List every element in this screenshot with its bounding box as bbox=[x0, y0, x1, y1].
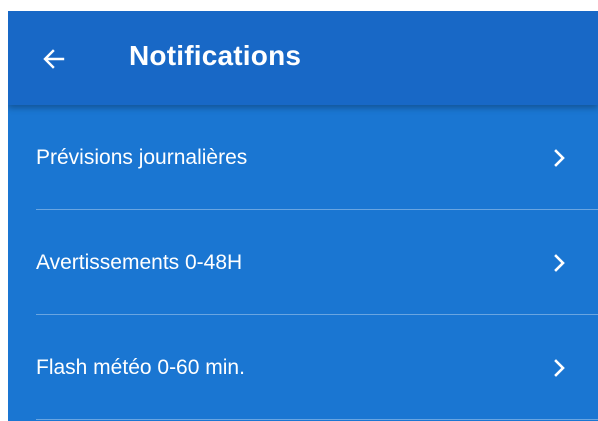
chevron-right-icon bbox=[554, 253, 565, 272]
notifications-screen: Notifications Prévisions journalières Av… bbox=[8, 11, 598, 421]
list-item-label: Prévisions journalières bbox=[36, 145, 248, 169]
arrow-left-icon bbox=[43, 49, 65, 69]
chevron-right-icon bbox=[554, 358, 565, 377]
list-item-label: Avertissements 0-48H bbox=[36, 250, 243, 274]
list-item-daily-forecast[interactable]: Prévisions journalières bbox=[8, 105, 598, 210]
divider bbox=[36, 419, 598, 420]
back-button[interactable] bbox=[32, 37, 76, 81]
list-item-warnings[interactable]: Avertissements 0-48H bbox=[8, 210, 598, 315]
notification-list: Prévisions journalières Avertissements 0… bbox=[8, 105, 598, 420]
chevron-right-icon bbox=[554, 148, 565, 167]
page-title: Notifications bbox=[129, 40, 302, 71]
list-item-label: Flash météo 0-60 min. bbox=[36, 355, 245, 379]
app-bar: Notifications bbox=[8, 11, 598, 105]
list-item-flash-weather[interactable]: Flash météo 0-60 min. bbox=[8, 315, 598, 420]
